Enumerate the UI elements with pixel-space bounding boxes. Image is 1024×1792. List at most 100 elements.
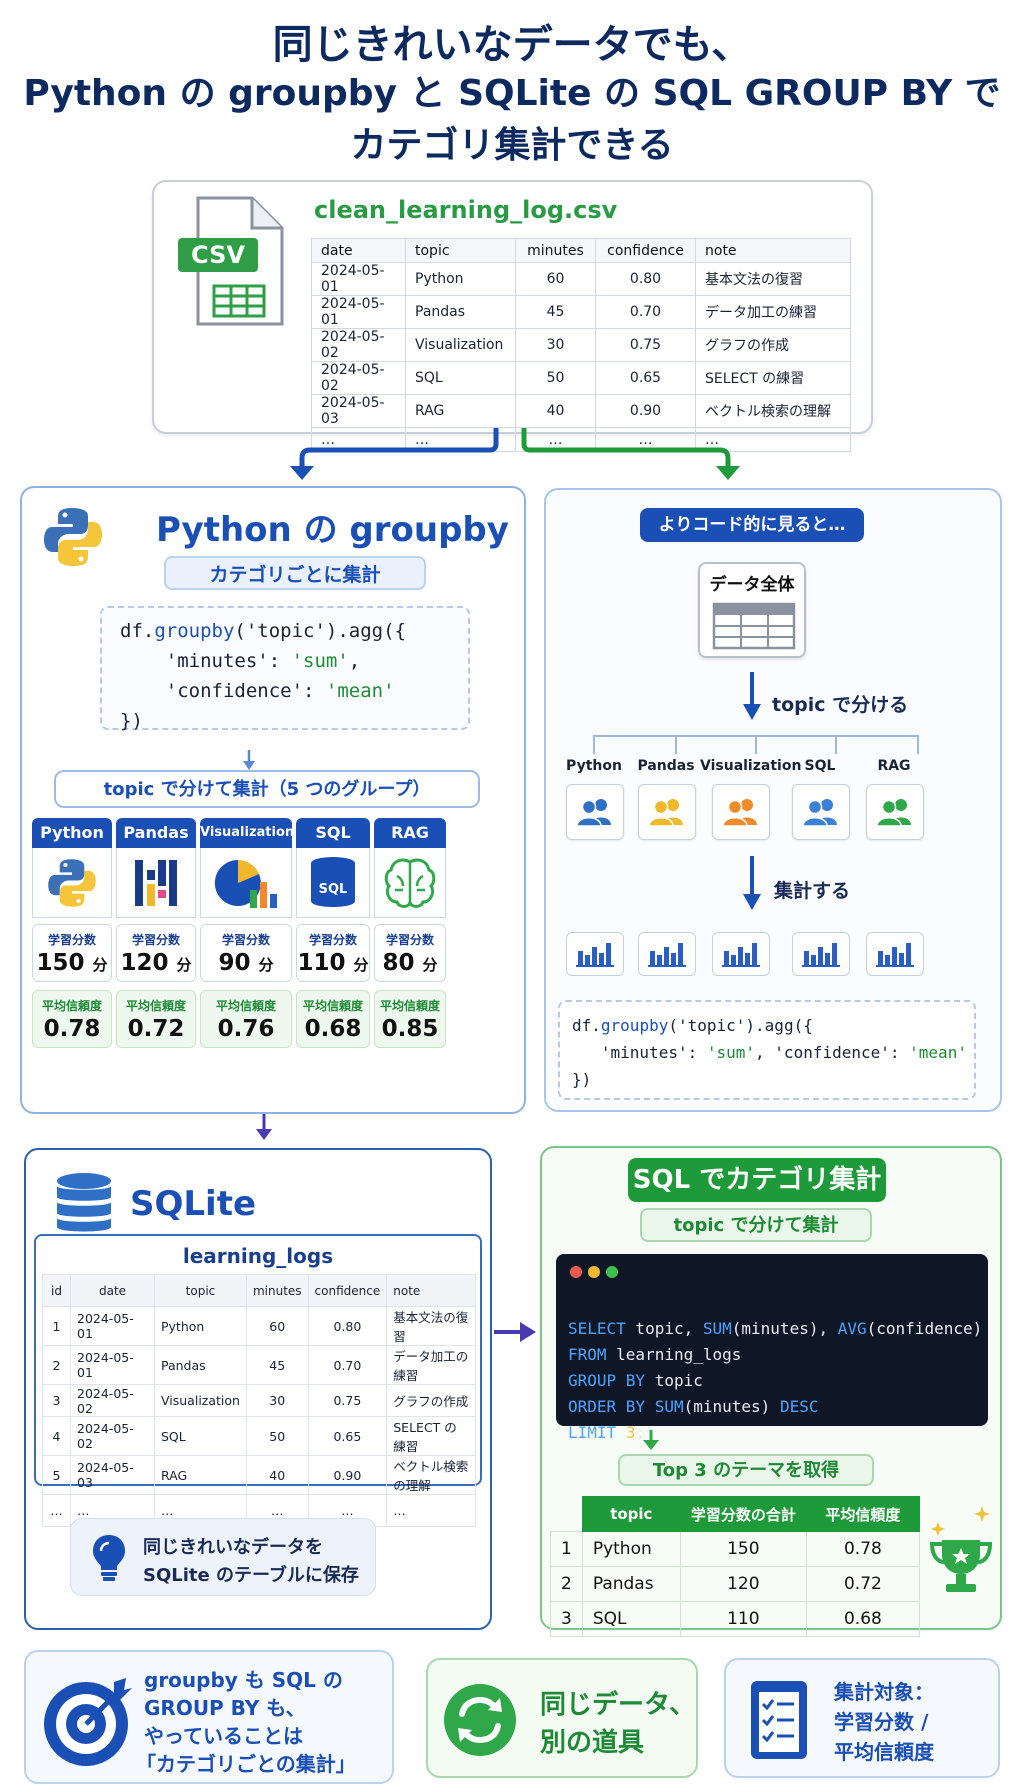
- sqlite-col-header: confidence: [307, 1274, 388, 1307]
- csv-cell: 45: [515, 295, 596, 329]
- result-row: 3 SQL 110 0.68: [550, 1601, 921, 1637]
- csv-cell: 2024-05-02: [311, 328, 406, 362]
- csv-row: 2024-05-03 RAG 40 0.90 ベクトル検索の理解: [311, 394, 851, 428]
- csv-cell: 0.75: [595, 328, 696, 362]
- footer-tools-line: 別の道具: [540, 1728, 645, 1758]
- result-cell: Pandas: [581, 1566, 681, 1602]
- sqlite-table-name: learning_logs: [182, 1244, 334, 1268]
- footer-card-summary: groupby も SQL の GROUP BY も、 やっていることは 「カテ…: [24, 1650, 394, 1784]
- topic-label: SQL: [804, 758, 836, 774]
- minutes-label: 学習分数: [308, 933, 357, 947]
- sql-token: GROUP BY: [568, 1371, 646, 1390]
- confidence-label: 平均信頼度: [215, 999, 276, 1013]
- sqlite-cell: 基本文法の復習: [386, 1306, 476, 1346]
- sql-panel-subtitle: topic で分けて集計: [640, 1208, 872, 1242]
- sql-token: (minutes),: [731, 1319, 838, 1338]
- code-token: ,: [348, 650, 361, 672]
- right-arrow-icon: [494, 1322, 536, 1342]
- confidence-label: 平均信頼度: [125, 999, 186, 1013]
- csv-cell: 0.65: [595, 361, 696, 395]
- csv-cell: Visualization: [405, 328, 516, 362]
- bar-chart-icon: [792, 932, 850, 976]
- result-cell: SQL: [581, 1601, 681, 1637]
- topic-label: Visualization: [700, 758, 802, 774]
- sqlite-cell: 30: [245, 1384, 309, 1417]
- minutes-value-wrap: 150 分: [33, 950, 111, 976]
- csv-cell: 0.80: [595, 262, 696, 296]
- result-row: 2 Pandas 120 0.72: [550, 1566, 921, 1602]
- sqlite-note-line1: 同じきれいなデータを: [143, 1537, 323, 1558]
- sqlite-title: SQLite: [130, 1184, 257, 1224]
- csv-file-icon: CSV: [178, 196, 292, 328]
- sqlite-cell: 4: [42, 1416, 71, 1456]
- group-card: RAG 学習分数 80 分平均信頼度 0.85: [374, 818, 446, 1048]
- sql-token: topic: [645, 1371, 703, 1390]
- sqlite-row: 2 2024-05-01 Pandas 45 0.70 データ加工の練習: [42, 1345, 476, 1385]
- sqlite-cell: 2: [42, 1345, 71, 1385]
- sql-code-window: SELECT topic, SUM(minutes), AVG(confiden…: [556, 1254, 988, 1442]
- csv-cell: 2024-05-01: [311, 262, 406, 296]
- down-arrow-icon: [743, 672, 761, 720]
- sqlite-col-header: note: [386, 1274, 476, 1307]
- group-minutes: 学習分数 90 分: [200, 924, 292, 982]
- sqlite-table-card: learning_logs id date topic minutes conf…: [34, 1234, 482, 1527]
- people-icon: [712, 784, 770, 840]
- group-minutes: 学習分数 150 分: [32, 924, 112, 982]
- csv-cell: 60: [515, 262, 596, 296]
- all-data-box: データ全体: [698, 562, 806, 658]
- brain-icon: [374, 848, 446, 918]
- sqlite-row: 1 2024-05-01 Python 60 0.80 基本文法の復習: [42, 1306, 476, 1346]
- database-icon: [57, 1173, 111, 1232]
- group-card: Visualization 学習分数 90 分平均信頼度 0.76: [200, 818, 294, 1048]
- sqlite-cell: RAG: [154, 1455, 247, 1495]
- sqlite-row: 3 2024-05-02 Visualization 30 0.75 グラフの作成: [42, 1384, 476, 1417]
- split-label: topic で分けて集計（5 つのグループ）: [54, 770, 480, 808]
- minutes-value-wrap: 90 分: [201, 950, 291, 976]
- footer-summary-line: GROUP BY も、: [144, 1696, 306, 1720]
- sqlite-cell: Python: [154, 1306, 247, 1346]
- sql-token: ORDER BY: [568, 1397, 646, 1416]
- sqlite-row: 4 2024-05-02 SQL 50 0.65 SELECT の練習: [42, 1416, 476, 1456]
- sqlite-cell: 60: [245, 1306, 309, 1346]
- result-cell: 3: [550, 1601, 583, 1637]
- result-col-header: topic: [581, 1496, 681, 1532]
- sqlite-cell: 0.70: [307, 1345, 388, 1385]
- code-token: 'minutes':: [120, 650, 292, 672]
- csv-cell: Python: [405, 262, 516, 296]
- group-name: RAG: [374, 818, 446, 848]
- bar-chart-icon: [712, 932, 770, 976]
- pandas-icon: [116, 848, 196, 918]
- csv-col-header: date: [311, 238, 406, 263]
- sqlite-cell: Visualization: [154, 1384, 247, 1417]
- code-token: , 'confidence':: [755, 1043, 910, 1062]
- result-cell: 0.72: [805, 1566, 921, 1602]
- result-table: topic 学習分数の合計 平均信頼度 1 Python 150 0.78 2 Panda…: [550, 1496, 921, 1637]
- sqlite-cell: Pandas: [154, 1345, 247, 1385]
- bar-chart-icon: [866, 932, 924, 976]
- sqlite-cell: 2024-05-01: [70, 1306, 155, 1346]
- sqlite-col-header: date: [70, 1274, 155, 1307]
- sqlite-col-header: minutes: [245, 1274, 309, 1307]
- result-cell: 0.78: [805, 1531, 921, 1567]
- table-icon: [712, 602, 796, 650]
- footer-summary-line: groupby も SQL の: [144, 1668, 343, 1692]
- sqlite-col-header: topic: [154, 1274, 247, 1307]
- sql-token: topic,: [625, 1319, 703, 1338]
- minutes-unit: 分: [92, 956, 108, 974]
- footer-target-line: 学習分数 /: [834, 1710, 929, 1734]
- group-confidence: 平均信頼度 0.78: [32, 990, 112, 1048]
- down-arrow-icon: [643, 1430, 659, 1450]
- minutes-value-wrap: 120 分: [117, 950, 195, 976]
- csv-cell: 0.70: [595, 295, 696, 329]
- title-line-3: カテゴリ集計できる: [350, 125, 674, 166]
- csv-table: date topic minutes confidence note 2024-…: [311, 238, 851, 452]
- sql-token: AVG: [837, 1319, 867, 1338]
- confidence-value: 0.85: [381, 1016, 439, 1042]
- footer-target-line: 集計対象：: [834, 1680, 934, 1704]
- result-row: 1 Python 150 0.78: [550, 1531, 921, 1567]
- csv-row: 2024-05-01 Pandas 45 0.70 データ加工の練習: [311, 295, 851, 329]
- branch-lines: [593, 735, 919, 754]
- group-name: Pandas: [116, 818, 196, 848]
